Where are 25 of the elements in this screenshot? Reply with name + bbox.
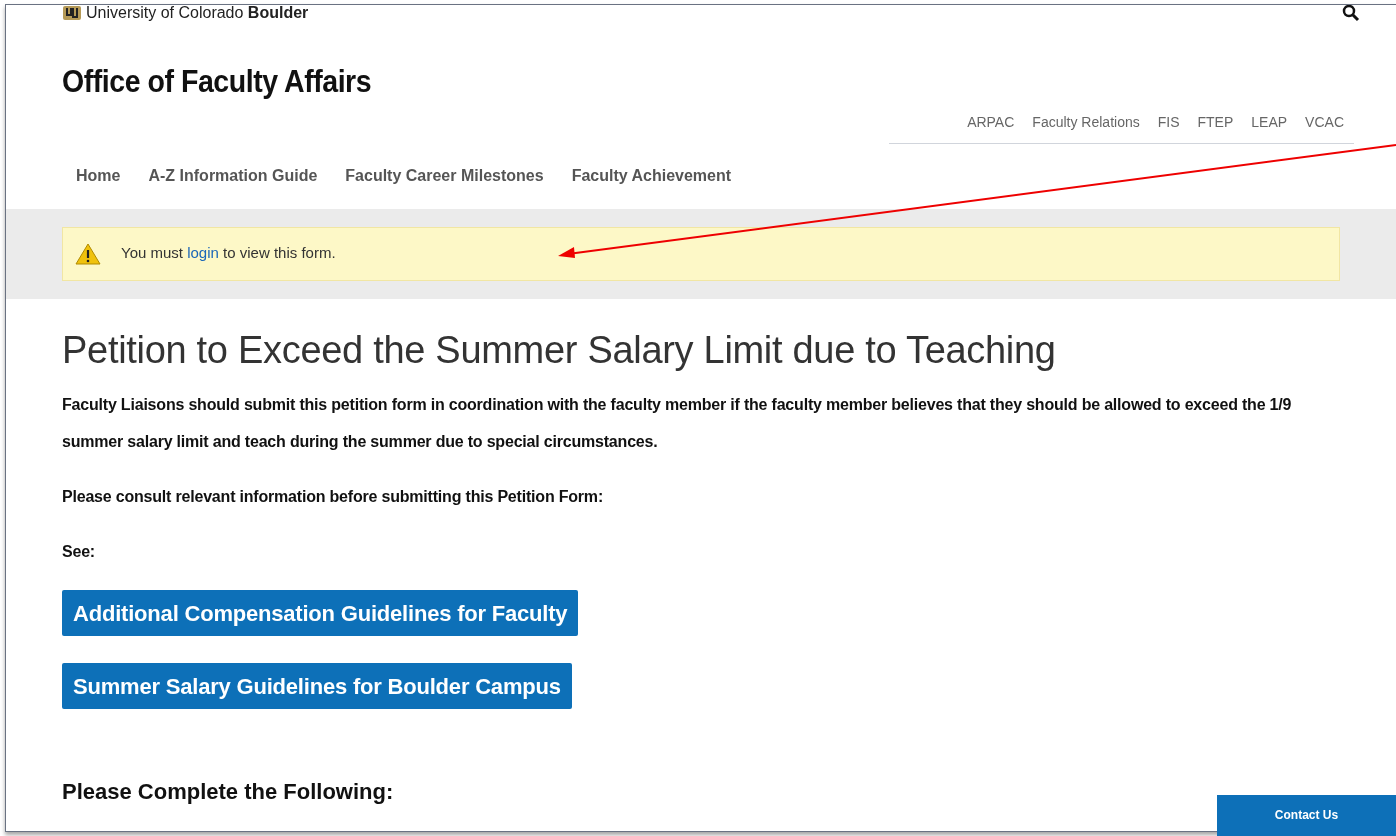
warning-icon xyxy=(75,242,101,265)
utility-link[interactable]: Faculty Relations xyxy=(1032,111,1140,133)
guideline-button[interactable]: Summer Salary Guidelines for Boulder Campus xyxy=(62,663,572,709)
login-link[interactable]: login xyxy=(187,244,219,262)
site-title[interactable]: Office of Faculty Affairs xyxy=(62,59,372,106)
utility-link[interactable]: LEAP xyxy=(1251,111,1288,133)
body-text: See: xyxy=(62,542,96,562)
utility-link[interactable]: FIS xyxy=(1157,111,1180,133)
body-text: Faculty Liaisons should submit this petition form in coordination with the faculty member if the faculty member believes that they should be allowed to exceed the 1/9 summer salary limit and teach during the summer due to special circumstances. xyxy=(62,395,1293,452)
body-text: Please consult relevant information before submitting this Petition Form: xyxy=(62,487,605,507)
logo-icon xyxy=(62,5,82,21)
nav-link[interactable]: Faculty Achievement xyxy=(571,163,732,204)
search-icon[interactable] xyxy=(1342,5,1360,22)
page-title: Petition to Exceed the Summer Salary Limit due to Teaching xyxy=(62,327,1057,373)
contact-button[interactable]: Contact Us xyxy=(1217,795,1396,836)
section-heading: Please Complete the Following: xyxy=(62,781,395,803)
utility-link[interactable]: VCAC xyxy=(1305,111,1344,133)
guideline-button[interactable]: Additional Compensation Guidelines for Faculty xyxy=(62,590,579,636)
nav-link[interactable]: Home xyxy=(76,163,121,204)
alert-message: You must login to view this form. xyxy=(121,243,336,264)
nav-link[interactable]: A-Z Information Guide xyxy=(148,163,318,204)
utility-link[interactable]: FTEP xyxy=(1197,111,1234,133)
university-name[interactable]: University of Colorado Boulder xyxy=(86,5,309,21)
nav-link[interactable]: Faculty Career Milestones xyxy=(345,163,544,204)
utility-link[interactable]: ARPAC xyxy=(967,111,1015,133)
